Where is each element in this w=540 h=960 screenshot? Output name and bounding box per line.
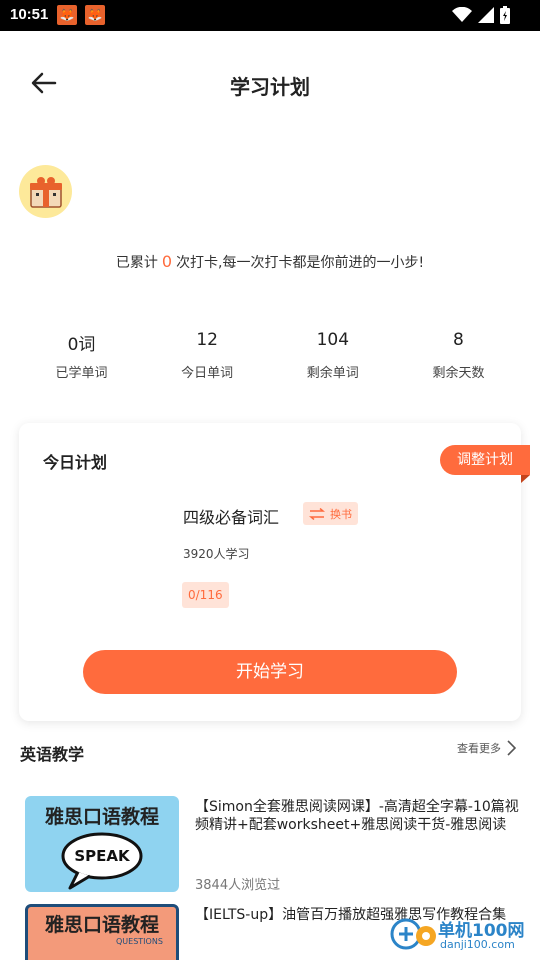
thumbnail-badge: QUESTIONS (116, 937, 163, 946)
plan-title: 今日计划 (43, 453, 108, 472)
view-more-link[interactable]: 查看更多 (457, 740, 516, 756)
course-views: 3844人浏览过 (195, 878, 281, 893)
thumbnail-badge: SPEAK (74, 847, 130, 865)
status-bar: 10:51 🦊 🦊 (0, 0, 540, 31)
course-title: 【Simon全套雅思阅读网课】-高清超全字幕-10篇视频精讲+配套workshe… (195, 799, 519, 833)
system-icons (452, 6, 510, 24)
app-header: 学习计划 (0, 31, 540, 135)
progress-badge: 0/116 (182, 582, 229, 608)
wifi-icon (452, 7, 472, 22)
stat-remaining-words: 104 剩余单词 (270, 330, 395, 381)
stat-remaining-days: 8 剩余天数 (396, 330, 521, 381)
status-time: 10:51 (10, 6, 49, 23)
today-plan-card: 今日计划 调整计划 四级必备词汇 换书 3920人学习 0/116 开始学习 (19, 423, 530, 721)
app-notification-icon: 🦊 (85, 5, 105, 25)
stat-label: 今日单词 (181, 366, 234, 381)
checkin-suffix: 次打卡,每一次打卡都是你前进的一小步! (176, 255, 425, 271)
app-notification-icon: 🦊 (57, 5, 77, 25)
thumbnail-title: 雅思口语教程 (44, 806, 159, 828)
course-item[interactable]: 雅思口语教程 SPEAK 【Simon全套雅思阅读网课】-高清超全字幕-10篇视… (25, 796, 520, 896)
adjust-plan-button[interactable]: 调整计划 (440, 445, 530, 483)
checkin-summary: 已累计 0 次打卡,每一次打卡都是你前进的一小步! (0, 252, 540, 272)
learner-count: 3920人学习 (183, 547, 250, 561)
watermark-logo-icon (390, 918, 436, 950)
course-thumbnail: 雅思口语教程 QUESTIONS (25, 904, 179, 960)
stat-value: 12 (196, 330, 218, 350)
stat-today-words: 12 今日单词 (145, 330, 270, 381)
stat-label: 剩余单词 (306, 366, 359, 381)
battery-icon (500, 6, 510, 24)
stat-value: 104 (316, 330, 350, 350)
stat-learned-words: 0词 已学单词 (19, 330, 144, 381)
signal-icon (478, 7, 494, 23)
avatar (19, 165, 72, 218)
thumbnail-title: 雅思口语教程 (44, 914, 159, 936)
stat-value: 0词 (67, 335, 96, 355)
site-watermark: 单机100网 danji100.com (388, 898, 540, 960)
swap-book-button[interactable]: 换书 (303, 502, 358, 525)
swap-book-label: 换书 (330, 507, 352, 521)
page-title: 学习计划 (230, 75, 310, 99)
stat-label: 已学单词 (55, 366, 108, 381)
section-title: 英语教学 (20, 745, 85, 764)
start-learning-button[interactable]: 开始学习 (83, 650, 457, 694)
chevron-right-icon (507, 740, 516, 756)
swap-arrows-icon (309, 507, 325, 520)
stat-value: 8 (453, 330, 464, 350)
book-name: 四级必备词汇 (183, 508, 280, 527)
stats-row: 0词 已学单词 12 今日单词 104 剩余单词 8 剩余天数 (19, 330, 521, 381)
course-thumbnail: 雅思口语教程 SPEAK (25, 796, 179, 892)
checkin-count: 0 (161, 252, 173, 271)
stat-label: 剩余天数 (432, 366, 485, 381)
checkin-prefix: 已累计 (115, 255, 158, 271)
view-more-label: 查看更多 (457, 742, 501, 755)
watermark-subtext: danji100.com (440, 938, 515, 951)
gift-box-icon (29, 176, 62, 208)
